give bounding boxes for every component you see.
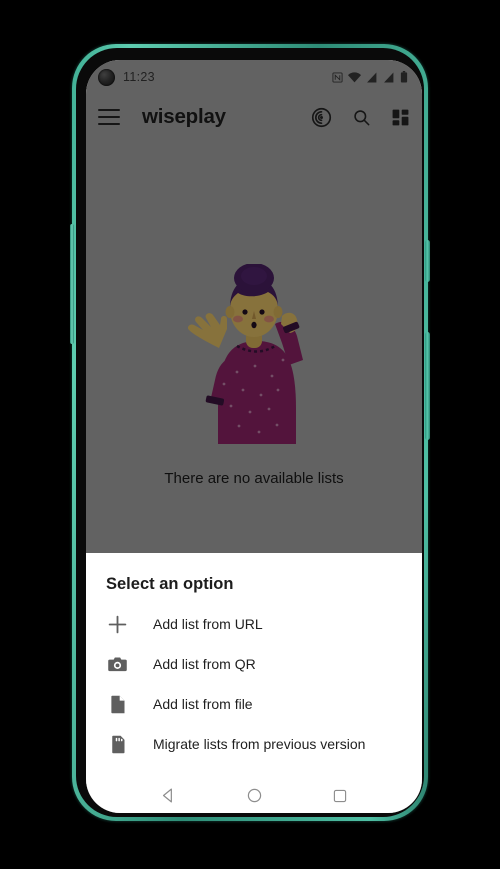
sheet-item-label: Add list from file: [153, 696, 253, 712]
camera-icon: [106, 653, 128, 675]
sheet-item-label: Migrate lists from previous version: [153, 736, 366, 752]
file-icon: [106, 693, 128, 715]
home-button[interactable]: [246, 787, 263, 804]
power-button[interactable]: [425, 240, 430, 282]
sheet-item-add-from-file[interactable]: Add list from file: [86, 684, 422, 724]
back-button[interactable]: [160, 787, 177, 804]
bottom-sheet-title: Select an option: [106, 575, 234, 593]
sheet-item-label: Add list from QR: [153, 656, 256, 672]
phone-screen: 11:23 wiseplay There are no available li…: [86, 60, 422, 813]
sheet-item-migrate-lists[interactable]: Migrate lists from previous version: [86, 724, 422, 764]
recents-button[interactable]: [332, 788, 348, 804]
plus-icon: [106, 613, 128, 635]
phone-frame: 11:23 wiseplay There are no available li…: [70, 44, 430, 821]
alert-slider-button[interactable]: [70, 224, 74, 344]
sd-card-icon: [106, 733, 128, 755]
bottom-sheet: Select an option Add list from URL Add l…: [86, 553, 422, 778]
volume-button[interactable]: [425, 332, 430, 440]
sheet-item-add-from-qr[interactable]: Add list from QR: [86, 644, 422, 684]
screenshot-root: 11:23 wiseplay There are no available li…: [0, 0, 500, 869]
sheet-item-label: Add list from URL: [153, 616, 263, 632]
phone-bezel: 11:23 wiseplay There are no available li…: [76, 48, 424, 817]
android-nav-bar: [86, 778, 422, 813]
sheet-item-add-from-url[interactable]: Add list from URL: [86, 604, 422, 644]
